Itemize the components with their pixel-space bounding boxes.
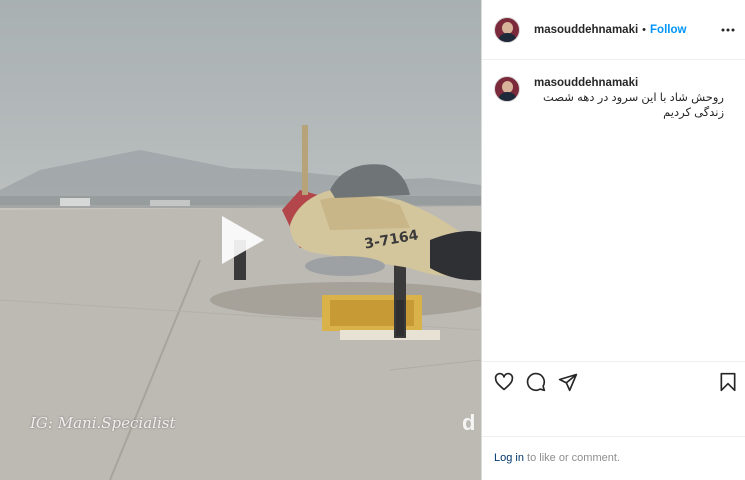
caption-username[interactable]: masouddehnamaki bbox=[534, 77, 638, 89]
login-prompt: Log in to like or comment. bbox=[482, 436, 745, 480]
save-button[interactable] bbox=[718, 372, 738, 392]
login-prompt-text: to like or comment. bbox=[523, 452, 620, 464]
heart-icon bbox=[494, 372, 514, 391]
like-button[interactable] bbox=[494, 372, 514, 392]
more-options-icon bbox=[721, 28, 735, 32]
post-header: masouddehnamaki • Follow bbox=[482, 0, 745, 60]
share-icon bbox=[558, 373, 578, 392]
play-icon bbox=[222, 216, 264, 264]
post-sidebar: masouddehnamaki • Follow masouddehnamaki… bbox=[481, 0, 745, 480]
bookmark-icon bbox=[720, 372, 736, 392]
post-actions bbox=[482, 361, 745, 401]
comment-icon bbox=[526, 372, 546, 392]
caption-text-block: masouddehnamaki روحش شاد با این سرود در … bbox=[534, 76, 724, 121]
follow-button[interactable]: Follow bbox=[650, 24, 686, 36]
post-caption: masouddehnamaki روحش شاد با این سرود در … bbox=[494, 76, 734, 121]
author-username[interactable]: masouddehnamaki bbox=[534, 24, 638, 36]
post-video[interactable]: 3-7164 IG: Mani.Specialist d bbox=[0, 0, 481, 480]
caption-body: روحش شاد با این سرود در دهه شصت زندگی کر… bbox=[543, 92, 724, 119]
author-avatar[interactable] bbox=[494, 16, 520, 43]
video-watermark: IG: Mani.Specialist bbox=[30, 414, 176, 432]
more-options-button[interactable] bbox=[720, 22, 736, 38]
video-corner-mark: d bbox=[462, 410, 476, 435]
login-link[interactable]: Log in bbox=[494, 452, 524, 464]
share-button[interactable] bbox=[558, 372, 578, 392]
separator-dot: • bbox=[642, 23, 647, 36]
comment-button[interactable] bbox=[526, 372, 546, 392]
play-button[interactable] bbox=[214, 212, 270, 268]
caption-avatar[interactable] bbox=[494, 76, 520, 102]
